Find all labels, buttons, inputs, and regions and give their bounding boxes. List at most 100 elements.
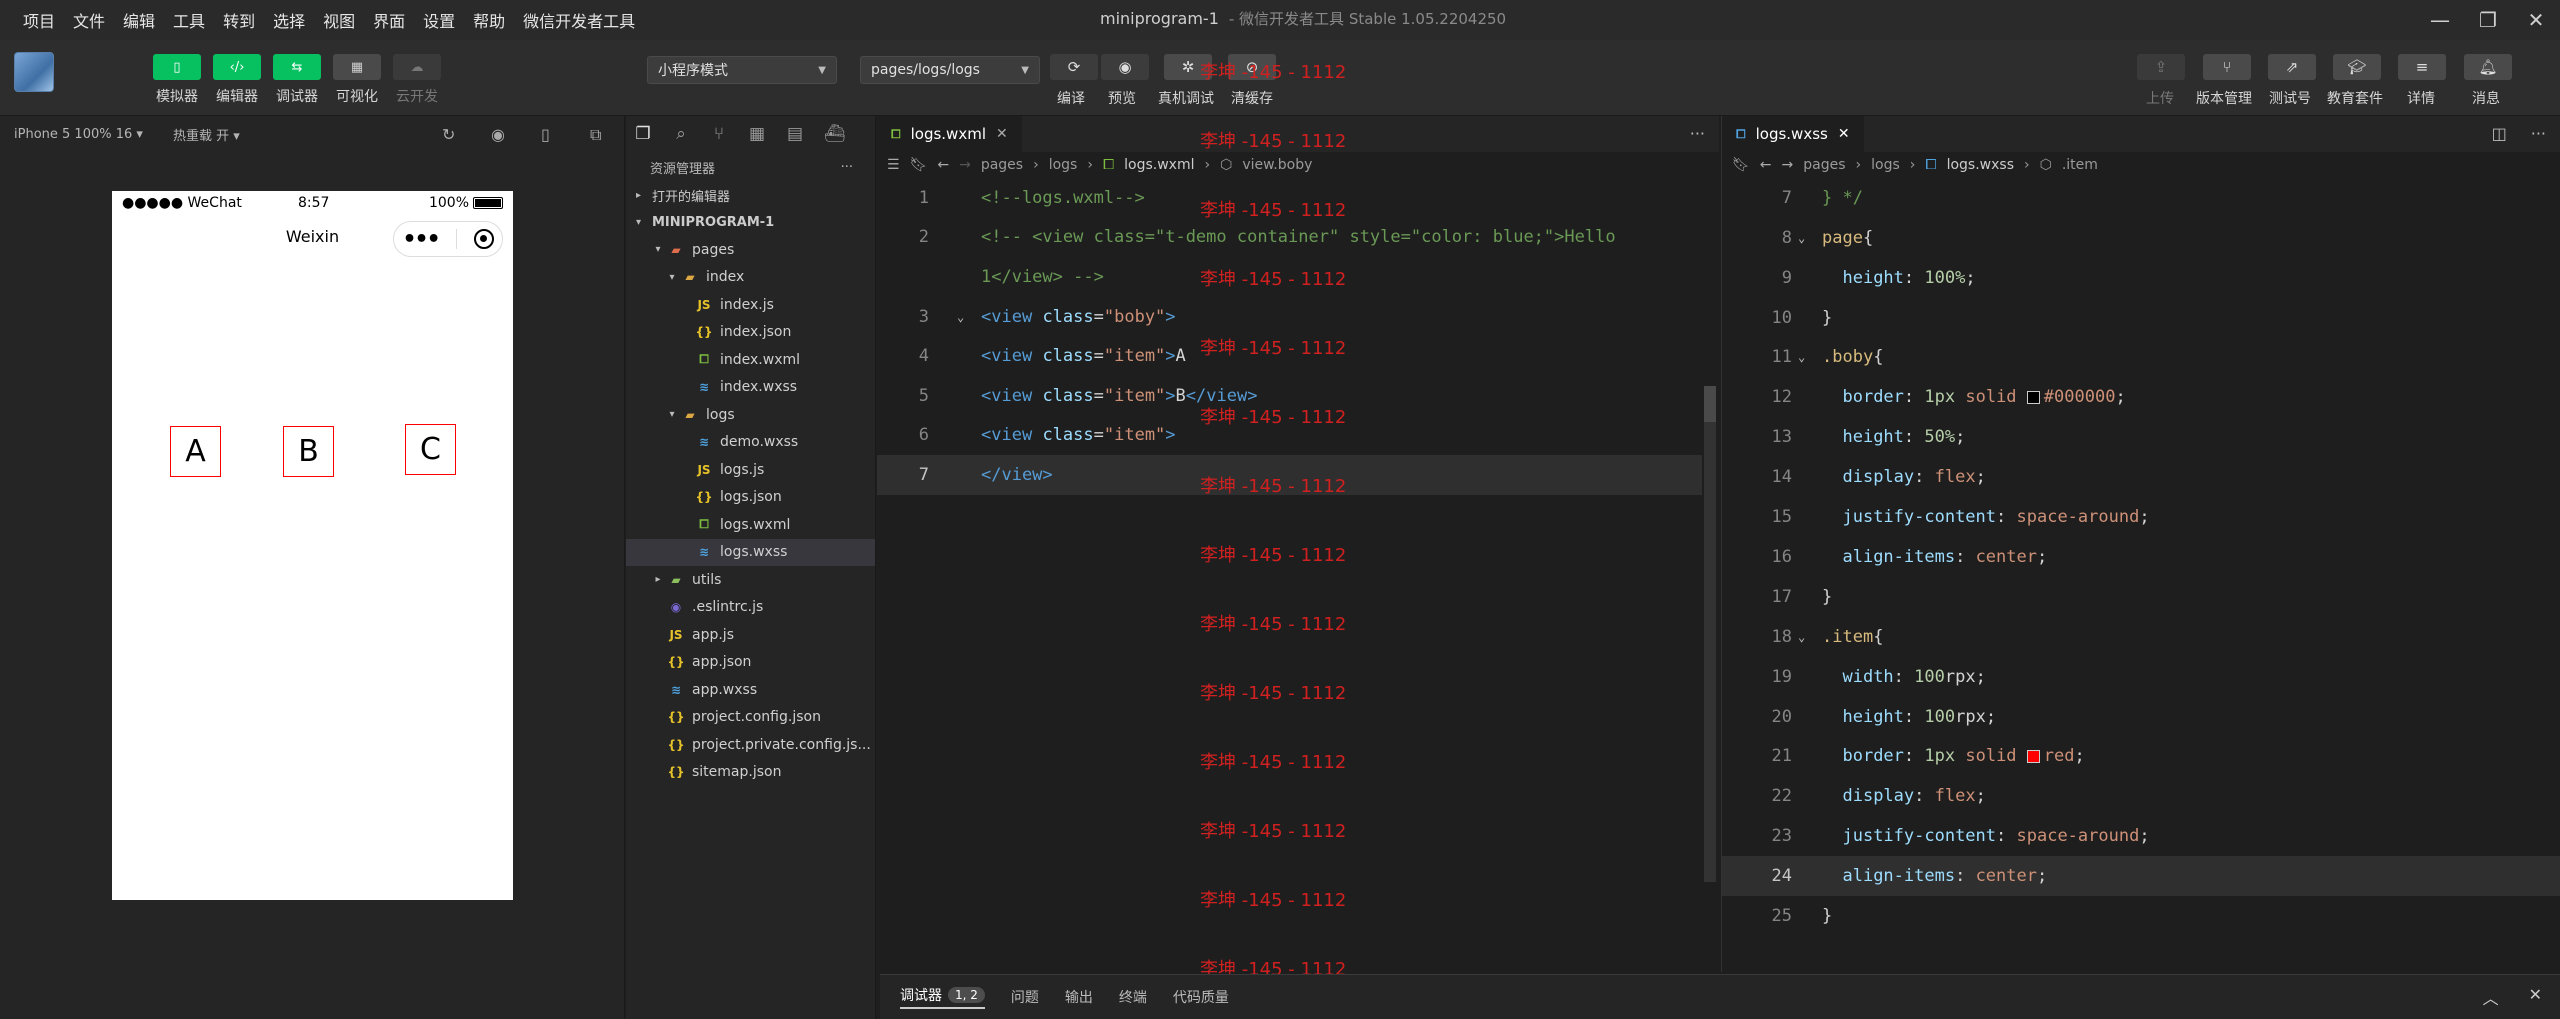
edu-kit-button[interactable]: 教育套件 <box>2327 88 2383 108</box>
menu-item[interactable]: 界面 <box>364 8 414 32</box>
code-line[interactable]: 12 border: 1px solid #000000; <box>1722 378 2560 418</box>
close-icon[interactable]: ✕ <box>2529 985 2542 1009</box>
version-icon[interactable]: ⑂ <box>2203 54 2251 80</box>
search-icon[interactable]: ⌕ <box>672 124 690 144</box>
code-line[interactable]: 10} <box>1722 298 2560 338</box>
list-item[interactable]: {} sitemap.json <box>626 759 875 787</box>
close-icon[interactable]: ✕ <box>1838 126 1850 142</box>
close-target-icon[interactable] <box>473 229 494 249</box>
list-item[interactable]: ≋ logs.wxss <box>626 538 875 566</box>
code-line[interactable]: 25} <box>1722 896 2560 936</box>
code-line[interactable]: 20 height: 100rpx; <box>1722 697 2560 737</box>
fold-chevron-icon[interactable]: ⌄ <box>1798 231 1805 245</box>
hot-reload-select[interactable]: 热重载 开 ▾ <box>173 125 240 144</box>
breadcrumb-item[interactable]: logs.wxss <box>1947 157 2014 173</box>
layout-icon[interactable]: ▦ <box>333 54 381 80</box>
code-line[interactable]: 13 height: 50%; <box>1722 417 2560 457</box>
close-icon[interactable]: ✕ <box>996 126 1008 142</box>
refresh-icon[interactable]: ⟳ <box>1050 54 1098 80</box>
rotate-icon[interactable]: ↻ <box>442 125 455 144</box>
menu-item[interactable]: 项目 <box>14 8 64 32</box>
menu-item[interactable]: 帮助 <box>464 8 514 32</box>
upload-icon[interactable]: ⇪ <box>2137 54 2185 80</box>
maximize-icon[interactable]: ❐ <box>2464 0 2512 40</box>
list-item[interactable]: ◉ .eslintrc.js <box>626 594 875 622</box>
scroll-track-left[interactable] <box>1704 422 1716 882</box>
phone-icon[interactable]: ▯ <box>541 125 550 144</box>
fold-chevron-icon[interactable]: ⌄ <box>1798 630 1805 644</box>
menu-item[interactable]: 工具 <box>164 8 214 32</box>
item-c[interactable]: C <box>405 424 456 475</box>
cloud-icon[interactable]: ☁ <box>393 54 441 80</box>
list-item[interactable]: ▸ ▰ utils <box>626 566 875 594</box>
avatar[interactable] <box>14 52 54 92</box>
code-line[interactable]: 9 height: 100%; <box>1722 258 2560 298</box>
list-item[interactable]: ▾ ▰ pages <box>626 236 875 264</box>
message-button[interactable]: 消息 <box>2472 88 2500 108</box>
list-item[interactable]: JS index.js <box>626 291 875 319</box>
fold-chevron-icon[interactable]: ⌄ <box>1798 350 1805 364</box>
version-button[interactable]: 版本管理 <box>2196 88 2252 108</box>
chevron-down-icon[interactable]: ▾ <box>664 272 680 283</box>
code-line[interactable]: 8 ⌄ page{ <box>1722 218 2560 258</box>
list-item[interactable]: {} app.json <box>626 649 875 677</box>
minimize-icon[interactable]: — <box>2416 0 2464 40</box>
capsule-button[interactable]: ••• <box>393 221 503 257</box>
more-icon[interactable]: ··· <box>2531 124 2546 143</box>
detail-button[interactable]: 详情 <box>2407 88 2435 108</box>
editor-toggle[interactable]: ‹/› 编辑器 <box>213 54 261 106</box>
code-line[interactable]: 19 width: 100rpx; <box>1722 657 2560 697</box>
code-line[interactable]: 24 align-items: center; <box>1722 856 2560 897</box>
upload-button[interactable]: 上传 <box>2146 88 2174 108</box>
phone-screen[interactable]: ●●●●● WeChat 8:57 100% Weixin ••• A B C <box>112 191 513 900</box>
list-item[interactable]: ⧠ logs.wxml <box>626 511 875 539</box>
list-item[interactable]: ⧠ index.wxml <box>626 346 875 374</box>
code-line[interactable]: 18 ⌄ .item{ <box>1722 617 2560 657</box>
record-icon[interactable]: ◉ <box>491 125 505 144</box>
breadcrumb-item[interactable]: logs <box>1049 157 1078 173</box>
files-icon[interactable]: ❐ <box>634 124 652 144</box>
code-line[interactable]: 7} */ <box>1722 178 2560 218</box>
tab-code-quality[interactable]: 代码质量 <box>1173 987 1229 1007</box>
remote-debug-button[interactable]: 真机调试 <box>1158 88 1214 108</box>
code-line[interactable]: 23 justify-content: space-around; <box>1722 816 2560 856</box>
code-line[interactable]: 17} <box>1722 577 2560 617</box>
scrollbar-left[interactable] <box>1704 386 1716 422</box>
code-line[interactable]: 14 display: flex; <box>1722 457 2560 497</box>
back-icon[interactable]: ← <box>1760 157 1772 173</box>
source-control-icon[interactable]: ⑂ <box>710 124 728 144</box>
breadcrumb-item[interactable]: view.boby <box>1242 157 1312 173</box>
test-account-button[interactable]: 测试号 <box>2269 88 2311 108</box>
project-section[interactable]: ▾ MINIPROGRAM-1 <box>626 209 875 236</box>
tab-logs-wxml[interactable]: ⧠ logs.wxml ✕ <box>877 116 1022 152</box>
preview-button[interactable]: 预览 <box>1108 88 1136 108</box>
visual-toggle[interactable]: ▦ 可视化 <box>333 54 381 106</box>
menu-item[interactable]: 微信开发者工具 <box>514 8 644 32</box>
menu-item[interactable]: 视图 <box>314 8 364 32</box>
more-icon[interactable]: ··· <box>1690 124 1705 143</box>
code-line[interactable]: 3 ⌄ <view class="boby"> <box>877 297 1702 337</box>
page-select[interactable]: pages/logs/logs ▼ <box>860 56 1040 84</box>
split-editor-icon[interactable]: ◫ <box>2492 124 2507 143</box>
breadcrumb-item[interactable]: .item <box>2062 157 2098 173</box>
list-item[interactable]: JS app.js <box>626 621 875 649</box>
open-editors-section[interactable]: ▸ 打开的编辑器 <box>626 182 875 209</box>
list-item[interactable]: ▾ ▰ logs <box>626 401 875 429</box>
tab-problems[interactable]: 问题 <box>1011 987 1039 1007</box>
breadcrumb-item[interactable]: pages <box>981 157 1023 173</box>
list-item[interactable]: {} project.config.json <box>626 704 875 732</box>
breadcrumb-item[interactable]: pages <box>1803 157 1845 173</box>
list-icon[interactable]: ☰ <box>887 157 900 173</box>
item-a[interactable]: A <box>170 426 221 477</box>
chevron-right-icon[interactable]: ▸ <box>650 574 666 585</box>
code-line[interactable]: 21 border: 1px solid red; <box>1722 737 2560 777</box>
chevron-down-icon[interactable]: ▾ <box>650 244 666 255</box>
phone-icon[interactable]: ▯ <box>153 54 201 80</box>
graduation-cap-icon[interactable]: 🎓︎ <box>2333 54 2381 80</box>
bookmark-icon[interactable]: 🔖︎ <box>1732 157 1750 173</box>
back-icon[interactable]: ← <box>937 157 949 173</box>
menu-icon[interactable]: ≡ <box>2398 54 2446 80</box>
menu-item[interactable]: 设置 <box>414 8 464 32</box>
menu-item[interactable]: 编辑 <box>114 8 164 32</box>
more-icon[interactable]: ••• <box>402 227 440 252</box>
